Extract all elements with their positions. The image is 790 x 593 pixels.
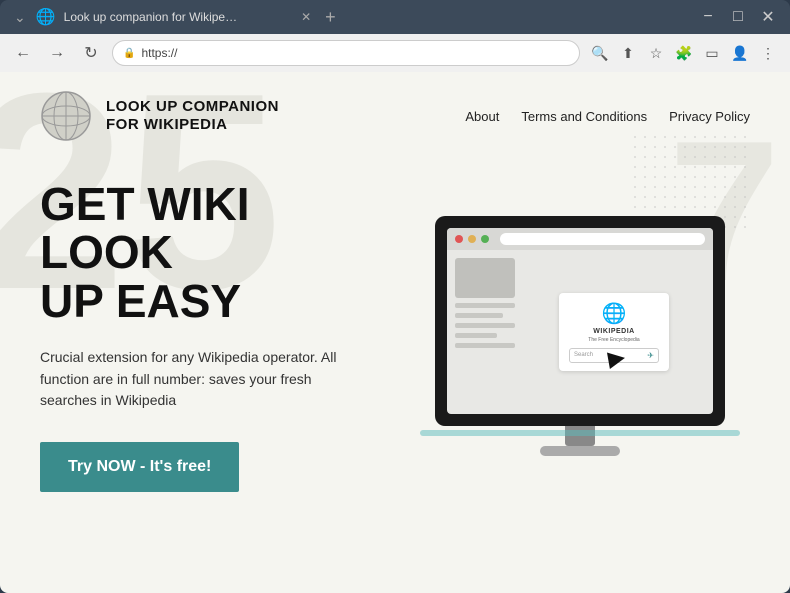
wiki-search-icon: ✈ (647, 351, 654, 360)
title-favicon: 🌐 (36, 7, 56, 27)
nav-terms[interactable]: Terms and Conditions (521, 109, 647, 124)
window-controls: − □ ✕ (694, 3, 782, 31)
back-button[interactable]: ← (10, 40, 36, 66)
search-icon-btn[interactable]: 🔍 (588, 41, 612, 65)
screen-toolbar (447, 228, 713, 250)
screen-text-line-4 (455, 333, 497, 338)
title-bar-left: ⌄ 🌐 Look up companion for Wikipe… ✕ + (8, 7, 336, 28)
wiki-search-bar: Search ✈ (569, 348, 659, 363)
screen-text-line-2 (455, 313, 503, 318)
nav-icon-group: 🔍 ⬆ ☆ 🧩 ▭ 👤 ⋮ (588, 41, 780, 65)
nav-privacy[interactable]: Privacy Policy (669, 109, 750, 124)
wiki-search-placeholder: Search (574, 352, 643, 358)
chevron-down-btn[interactable]: ⌄ (8, 7, 32, 28)
hero-section: GET WIKI LOOK UP EASY Crucial extension … (0, 160, 790, 522)
address-text: https:// (141, 46, 177, 60)
wiki-title-text: WIKIPEDIA (593, 328, 634, 335)
menu-icon-btn[interactable]: ⋮ (756, 41, 780, 65)
screen-dot-red (455, 235, 463, 243)
screen-dot-yellow (468, 235, 476, 243)
lock-icon: 🔒 (123, 48, 135, 59)
forward-button[interactable]: → (44, 40, 70, 66)
hero-left: GET WIKI LOOK UP EASY Crucial extension … (40, 180, 380, 492)
floor-line (420, 430, 740, 436)
hero-description: Crucial extension for any Wikipedia oper… (40, 347, 340, 412)
stand-neck (565, 426, 595, 446)
tab-title-text: Look up companion for Wikipe… (64, 10, 237, 24)
profile-icon-btn[interactable]: 👤 (728, 41, 752, 65)
logo-text: LOOK UP COMPANION FOR WIKIPEDIA (106, 98, 279, 134)
wikipedia-panel: 🌐 WIKIPEDIA The Free Encyclopedia Search… (559, 293, 669, 371)
tab-close-btn[interactable]: ✕ (301, 10, 311, 24)
address-bar[interactable]: 🔒 https:// (112, 40, 580, 66)
title-bar: ⌄ 🌐 Look up companion for Wikipe… ✕ + − … (0, 0, 790, 34)
wiki-globe-icon: 🌐 (602, 301, 627, 326)
refresh-button[interactable]: ↻ (78, 40, 104, 66)
close-button[interactable]: ✕ (754, 3, 782, 31)
screen-main: 🌐 WIKIPEDIA The Free Encyclopedia Search… (523, 258, 705, 406)
screen-img-block (455, 258, 515, 298)
new-tab-btn[interactable]: + (325, 7, 336, 28)
navigation-bar: ← → ↻ 🔒 https:// 🔍 ⬆ ☆ 🧩 ▭ 👤 ⋮ (0, 34, 790, 72)
extension-icon-btn[interactable]: 🧩 (672, 41, 696, 65)
screen-url-bar (500, 233, 705, 245)
site-header: LOOK UP COMPANION FOR WIKIPEDIA About Te… (0, 72, 790, 160)
monitor-body: 🌐 WIKIPEDIA The Free Encyclopedia Search… (435, 216, 725, 426)
browser-frame: ⌄ 🌐 Look up companion for Wikipe… ✕ + − … (0, 0, 790, 593)
hero-right: 🌐 WIKIPEDIA The Free Encyclopedia Search… (410, 216, 750, 456)
screen-text-line-3 (455, 323, 515, 328)
page-content: 25 7 LOOK UP COMPANION FOR WIKIPEDIA (0, 72, 790, 593)
screen-content: 🌐 WIKIPEDIA The Free Encyclopedia Search… (447, 250, 713, 414)
wiki-logo-area: 🌐 WIKIPEDIA The Free Encyclopedia (588, 301, 639, 343)
screen-sidebar (455, 258, 515, 406)
monitor-screen: 🌐 WIKIPEDIA The Free Encyclopedia Search… (447, 228, 713, 414)
nav-about[interactable]: About (465, 109, 499, 124)
monitor-outer: 🌐 WIKIPEDIA The Free Encyclopedia Search… (435, 216, 725, 456)
hero-title: GET WIKI LOOK UP EASY (40, 180, 380, 325)
stand-base (540, 446, 620, 456)
site-nav: About Terms and Conditions Privacy Polic… (465, 109, 750, 124)
logo-area: LOOK UP COMPANION FOR WIKIPEDIA (40, 90, 279, 142)
logo-globe-icon (40, 90, 92, 142)
screen-dot-green (481, 235, 489, 243)
screen-text-line-1 (455, 303, 515, 308)
bookmark-icon-btn[interactable]: ☆ (644, 41, 668, 65)
sidebar-icon-btn[interactable]: ▭ (700, 41, 724, 65)
cta-button[interactable]: Try NOW - It's free! (40, 442, 239, 492)
maximize-button[interactable]: □ (724, 3, 752, 31)
minimize-button[interactable]: − (694, 3, 722, 31)
wiki-subtitle-text: The Free Encyclopedia (588, 337, 639, 343)
screen-text-line-5 (455, 343, 515, 348)
share-icon-btn[interactable]: ⬆ (616, 41, 640, 65)
